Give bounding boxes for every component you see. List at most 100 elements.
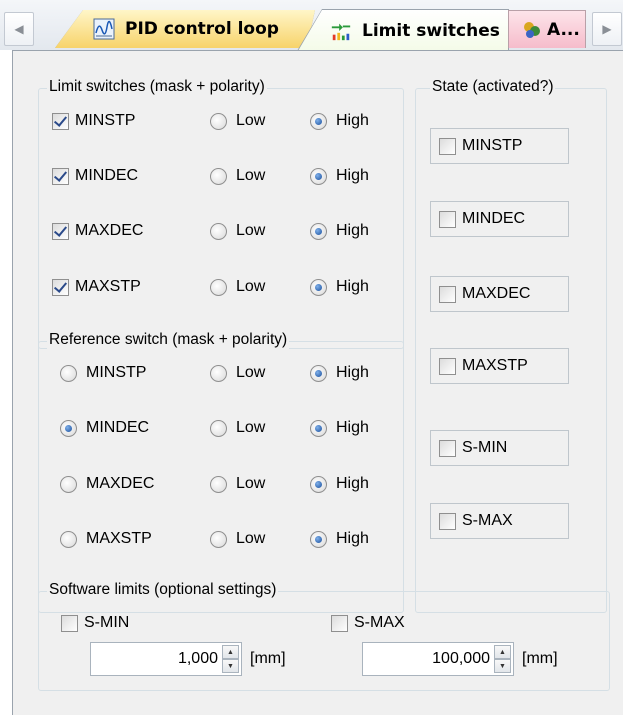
- switch-label: MAXDEC: [75, 222, 144, 239]
- minstp-low-radio[interactable]: Low: [210, 109, 265, 133]
- tab-limit-switches[interactable]: Limit switches: [298, 10, 508, 51]
- limit-switch-row[interactable]: MAXSTP: [52, 275, 141, 299]
- radio[interactable]: [310, 475, 327, 493]
- maxdec-mask-checkbox[interactable]: [52, 222, 69, 240]
- maxdec-low-radio[interactable]: Low: [210, 219, 265, 243]
- ref-minstp-high-radio[interactable]: High: [310, 361, 369, 385]
- ref-maxstp-radio[interactable]: MAXSTP: [60, 527, 152, 551]
- checkbox-label: S-MAX: [354, 614, 405, 631]
- radio-label: Low: [236, 364, 266, 381]
- radio[interactable]: [310, 167, 327, 185]
- radio-label: High: [336, 364, 369, 381]
- mindec-low-radio[interactable]: Low: [210, 164, 265, 188]
- ref-maxdec-high-radio[interactable]: High: [310, 472, 369, 496]
- spin-buttons[interactable]: ▲ ▼: [494, 645, 511, 673]
- s-min-enable[interactable]: S-MIN: [61, 611, 129, 635]
- radio[interactable]: [210, 112, 227, 130]
- s-max-checkbox[interactable]: [331, 614, 348, 632]
- switch-label: MINDEC: [75, 167, 139, 184]
- spin-down-icon[interactable]: ▼: [494, 659, 511, 673]
- s-min-checkbox[interactable]: [61, 614, 78, 632]
- tab-scroll-right-button[interactable]: ▶: [592, 12, 622, 46]
- ref-mindec-low-radio[interactable]: Low: [210, 416, 265, 440]
- limit-switch-row[interactable]: MINSTP: [52, 109, 135, 133]
- radio[interactable]: [210, 278, 227, 296]
- radio[interactable]: [310, 222, 327, 240]
- switch-label: MAXSTP: [75, 278, 141, 295]
- state-checkbox: [439, 512, 456, 530]
- limit-switch-row[interactable]: MAXDEC: [52, 219, 143, 243]
- s-min-unit: [mm]: [250, 650, 286, 667]
- radio[interactable]: [210, 364, 227, 382]
- radio[interactable]: [210, 167, 227, 185]
- ref-maxdec-low-radio[interactable]: Low: [210, 472, 265, 496]
- radio[interactable]: [210, 530, 227, 548]
- tab-label: A...: [547, 19, 580, 40]
- group-title: Limit switches (mask + polarity): [47, 78, 267, 96]
- ref-mindec-high-radio[interactable]: High: [310, 416, 369, 440]
- minstp-mask-checkbox[interactable]: [52, 112, 69, 130]
- state-mindec: MINDEC: [430, 201, 569, 237]
- tab-pid-control-loop[interactable]: PID control loop: [55, 10, 315, 48]
- mindec-high-radio[interactable]: High: [310, 164, 369, 188]
- maxstp-high-radio[interactable]: High: [310, 275, 369, 299]
- tab-strip: ◀ PID control loop Limit switches A... ▶: [0, 0, 623, 51]
- group-title: State (activated?): [430, 78, 556, 96]
- ref-maxdec-radio[interactable]: MAXDEC: [60, 472, 154, 496]
- ref-maxstp-low-radio[interactable]: Low: [210, 527, 265, 551]
- radio-label: High: [336, 222, 369, 239]
- spin-buttons[interactable]: ▲ ▼: [222, 645, 239, 673]
- s-min-input[interactable]: 1,000: [91, 650, 222, 668]
- pid-chart-icon: [93, 18, 115, 40]
- radio[interactable]: [60, 475, 77, 493]
- maxstp-low-radio[interactable]: Low: [210, 275, 265, 299]
- ref-minstp-radio[interactable]: MINSTP: [60, 361, 146, 385]
- radio-label: MAXDEC: [86, 475, 155, 492]
- s-min-spinbox[interactable]: 1,000 ▲ ▼: [90, 642, 242, 676]
- state-s-min: S-MIN: [430, 430, 569, 466]
- radio[interactable]: [310, 419, 327, 437]
- state-checkbox: [439, 439, 456, 457]
- ref-mindec-radio[interactable]: MINDEC: [60, 416, 149, 440]
- radio[interactable]: [210, 475, 227, 493]
- ref-minstp-low-radio[interactable]: Low: [210, 361, 265, 385]
- state-checkbox: [439, 137, 456, 155]
- ref-maxstp-high-radio[interactable]: High: [310, 527, 369, 551]
- radio[interactable]: [60, 364, 77, 382]
- limit-switch-row[interactable]: MINDEC: [52, 164, 138, 188]
- s-max-spinbox[interactable]: 100,000 ▲ ▼: [362, 642, 514, 676]
- spin-down-icon[interactable]: ▼: [222, 659, 239, 673]
- radio-label: Low: [236, 475, 266, 492]
- state-label: MAXDEC: [462, 285, 531, 302]
- tab-axis[interactable]: A...: [508, 10, 586, 48]
- radio[interactable]: [210, 222, 227, 240]
- radio[interactable]: [60, 530, 77, 548]
- spin-up-icon[interactable]: ▲: [222, 645, 239, 659]
- state-checkbox: [439, 357, 456, 375]
- radio[interactable]: [310, 530, 327, 548]
- tab-label: PID control loop: [125, 19, 279, 39]
- radio[interactable]: [60, 419, 77, 437]
- radio-label: High: [336, 419, 369, 436]
- radio-label: High: [336, 167, 369, 184]
- spin-up-icon[interactable]: ▲: [494, 645, 511, 659]
- mindec-mask-checkbox[interactable]: [52, 167, 69, 185]
- radio-label: MINSTP: [86, 364, 147, 381]
- state-label: MAXSTP: [462, 357, 528, 374]
- radio-label: MAXSTP: [86, 530, 152, 547]
- state-label: MINSTP: [462, 137, 523, 154]
- radio-label: Low: [236, 278, 266, 295]
- radio-label: MINDEC: [86, 419, 150, 436]
- state-s-max: S-MAX: [430, 503, 569, 539]
- radio[interactable]: [310, 112, 327, 130]
- minstp-high-radio[interactable]: High: [310, 109, 369, 133]
- radio[interactable]: [210, 419, 227, 437]
- s-max-input[interactable]: 100,000: [363, 650, 494, 668]
- maxstp-mask-checkbox[interactable]: [52, 278, 69, 296]
- radio[interactable]: [310, 364, 327, 382]
- maxdec-high-radio[interactable]: High: [310, 219, 369, 243]
- tab-scroll-left-button[interactable]: ◀: [4, 12, 34, 46]
- s-max-enable[interactable]: S-MAX: [331, 611, 405, 635]
- radio[interactable]: [310, 278, 327, 296]
- radio-label: High: [336, 278, 369, 295]
